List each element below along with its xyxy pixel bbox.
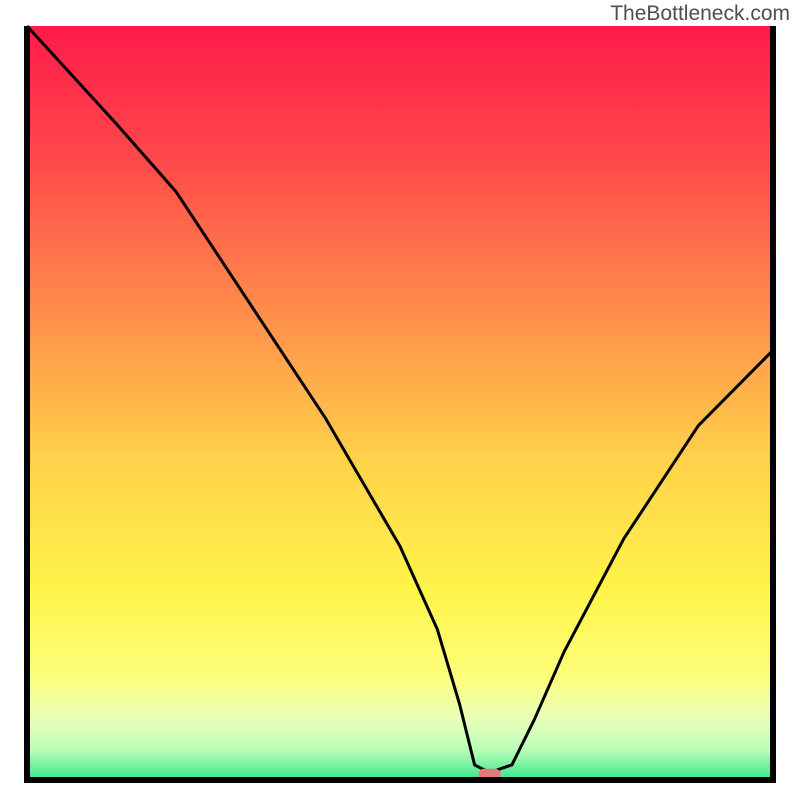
watermark-text: TheBottleneck.com [610, 2, 790, 26]
chart-svg [0, 0, 800, 800]
gradient-background [27, 26, 773, 780]
chart-container: TheBottleneck.com [0, 0, 800, 800]
plot-area [27, 26, 773, 780]
